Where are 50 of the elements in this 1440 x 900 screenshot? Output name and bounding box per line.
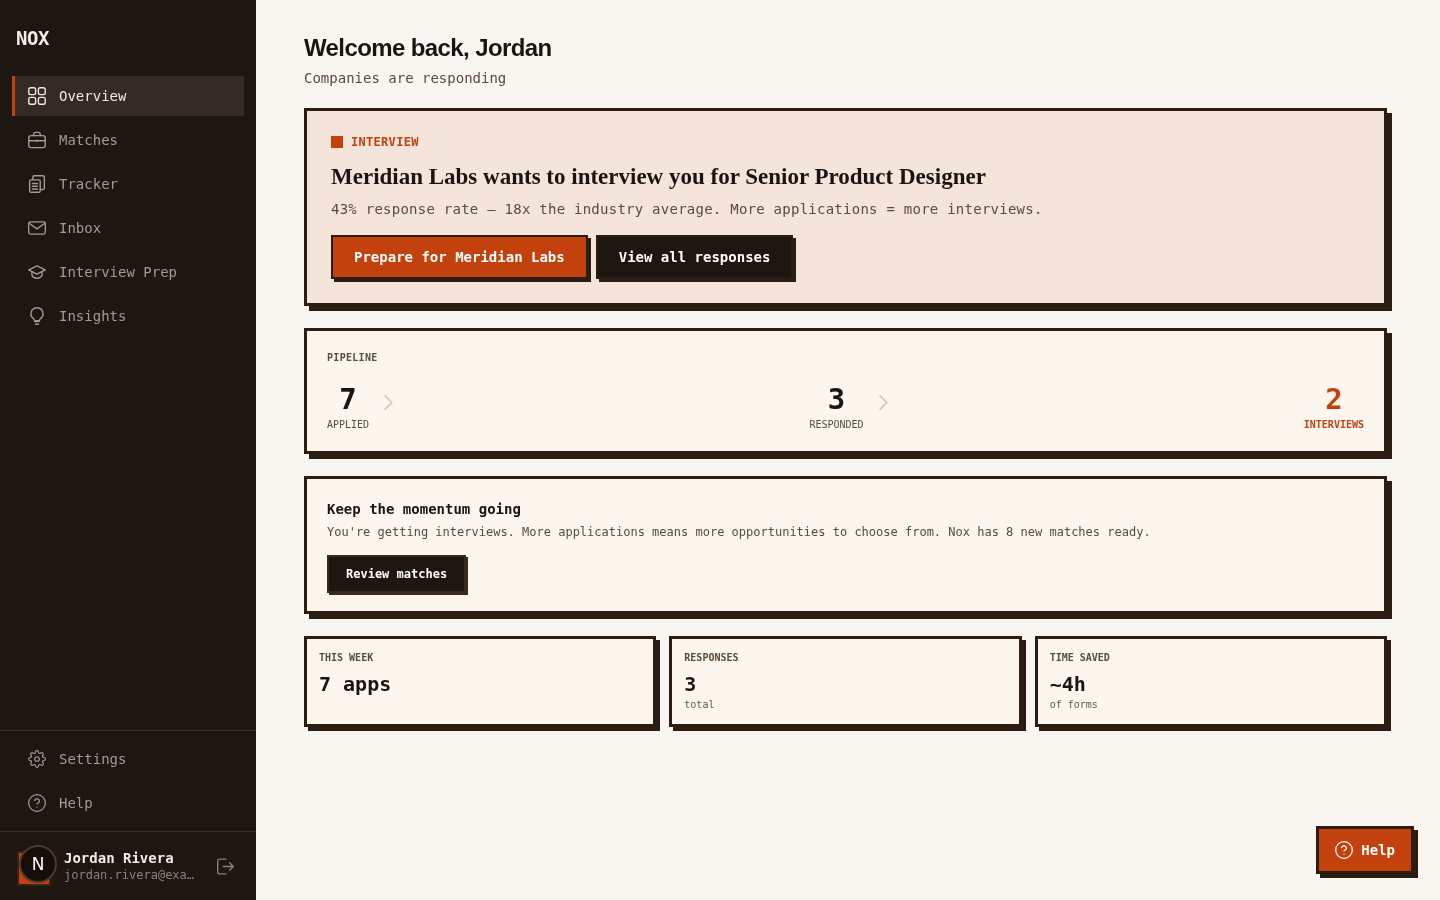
prepare-button[interactable]: Prepare for Meridian Labs: [331, 235, 588, 279]
responses-button[interactable]: View all responses: [595, 235, 794, 279]
momentum-title: Keep the momentum going: [327, 500, 522, 519]
square-marker-icon: [331, 136, 343, 148]
section-label: PIPELINE: [327, 351, 379, 365]
stage-count: 3: [827, 383, 846, 415]
stage-label: RESPONDED: [809, 419, 864, 431]
gear-icon: [28, 750, 46, 768]
stat-label: THIS WEEK: [319, 652, 375, 664]
graduation-cap-icon: [28, 263, 46, 281]
question-circle-icon: [1335, 841, 1354, 859]
tag-label: INTERVIEW: [351, 134, 419, 151]
stage-label: INTERVIEWS: [1303, 419, 1364, 431]
question-circle-icon: [28, 794, 46, 812]
page-subtitle: Companies are responding: [304, 69, 508, 88]
stage-count: 7: [339, 383, 357, 415]
chevron-icon: [384, 395, 394, 410]
interview-heading: Meridian Labs wants to interview you for Senior Product Designer: [331, 163, 987, 191]
briefcase-icon: [28, 131, 46, 149]
user-email: jordan.rivera@exa…: [64, 867, 195, 883]
nav-item[interactable]: Tracker: [12, 164, 244, 204]
stat-note: total: [684, 699, 716, 711]
stat-label: TIME SAVED: [1049, 652, 1111, 664]
stat-value: ~4h: [1049, 672, 1087, 696]
nav-item[interactable]: Help: [12, 783, 244, 823]
logo-text: NOX: [16, 26, 49, 50]
letter-badge[interactable]: N: [19, 845, 57, 883]
stat-note: of forms: [1049, 699, 1099, 711]
nav-item[interactable]: Insights: [12, 296, 244, 336]
logout-icon[interactable]: [217, 857, 234, 875]
lightbulb-icon: [28, 307, 46, 325]
stage-label: APPLIED: [327, 419, 370, 431]
review-button[interactable]: Review matches: [327, 555, 467, 593]
grid-icon: [28, 87, 46, 105]
nav-item[interactable]: Matches: [12, 120, 244, 160]
user-name: Jordan Rivera: [64, 849, 175, 867]
envelope-icon: [28, 219, 46, 237]
chevron-icon: [878, 395, 888, 410]
nav-item[interactable]: Settings: [12, 739, 244, 779]
documents-icon: [28, 175, 46, 193]
nav-item[interactable]: Interview Prep: [12, 252, 244, 292]
interview-description: 43% response rate — 18x the industry average. More applications = more interviews.: [331, 200, 1044, 219]
momentum-description: You're getting interviews. More applications means more opportunities to choose from. Nox has 8 new matches ready.: [327, 524, 1152, 540]
page-title: Welcome back, Jordan: [304, 34, 553, 62]
stat-value: 3: [684, 672, 698, 696]
stat-value: 7 apps: [319, 672, 393, 696]
stage-count: 2: [1325, 383, 1343, 415]
stat-label: RESPONSES: [684, 652, 740, 664]
nav-item[interactable]: Inbox: [12, 208, 244, 248]
nav-item[interactable]: Overview: [12, 76, 244, 116]
